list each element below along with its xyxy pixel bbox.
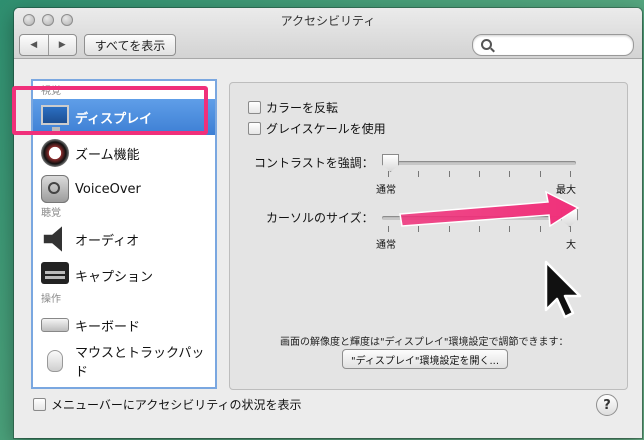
- mouse-icon: [47, 350, 63, 372]
- checkbox-box[interactable]: [33, 398, 46, 411]
- sidebar-item-keyboard[interactable]: キーボード: [33, 307, 215, 343]
- sidebar-item-label: オーディオ: [75, 233, 140, 249]
- caption-icon: [41, 262, 69, 284]
- section-hearing: 聴覚: [41, 208, 61, 219]
- history-nav: ◀ ▶: [19, 34, 77, 56]
- contrast-slider-track[interactable]: [382, 161, 576, 165]
- back-button[interactable]: ◀: [20, 35, 48, 55]
- contrast-slider-knob[interactable]: [382, 154, 399, 172]
- search-input[interactable]: [499, 37, 629, 53]
- menubar-status-checkbox[interactable]: メニューバーにアクセシビリティの状況を表示: [33, 396, 302, 413]
- cursor-size-label: カーソルのサイズ：: [266, 211, 374, 225]
- slider-tick: [479, 226, 480, 232]
- slider-tick: [509, 226, 511, 232]
- zoom-icon: [41, 139, 69, 167]
- sidebar-item-label: キーボード: [75, 319, 141, 335]
- titlebar: アクセシビリティ ◀ ▶ すべてを表示: [14, 8, 642, 59]
- sidebar-item-label: マウスとトラックパッド: [75, 346, 205, 380]
- invert-colors-label: カラーを反転: [266, 101, 339, 115]
- slider-tick: [570, 226, 571, 232]
- sidebar-item-mouse-trackpad[interactable]: マウスとトラックパッド: [33, 343, 215, 380]
- slider-tick: [388, 226, 389, 232]
- open-display-prefs-button[interactable]: "ディスプレイ"環境設定を開く...: [342, 349, 508, 369]
- voiceover-icon: [41, 175, 69, 203]
- section-interaction: 操作: [41, 294, 61, 305]
- help-button[interactable]: ?: [596, 394, 618, 416]
- cursor-max-label: 大: [566, 240, 576, 251]
- sidebar-item-audio[interactable]: オーディオ: [33, 221, 215, 257]
- cursor-size-slider-track[interactable]: [382, 216, 576, 220]
- slider-tick: [448, 171, 450, 177]
- slider-tick: [570, 171, 571, 177]
- slider-tick: [479, 171, 480, 177]
- sidebar-item-zoom[interactable]: ズーム機能: [33, 135, 215, 171]
- sidebar-item-label: VoiceOver: [75, 181, 141, 197]
- sidebar-item-voiceover[interactable]: VoiceOver: [33, 171, 215, 207]
- search-field[interactable]: [472, 34, 634, 56]
- slider-tick: [418, 171, 420, 177]
- slider-tick: [388, 171, 389, 177]
- sidebar-item-label: キャプション: [75, 269, 154, 285]
- speaker-icon: [43, 226, 62, 252]
- search-icon: [481, 39, 492, 50]
- slider-tick: [539, 226, 541, 232]
- contrast-label: コントラストを強調：: [254, 156, 374, 170]
- checkbox-box[interactable]: [248, 122, 261, 135]
- slider-tick: [448, 226, 450, 232]
- cursor-size-slider-knob[interactable]: [561, 209, 578, 227]
- sidebar-item-label: ズーム機能: [75, 147, 140, 163]
- window-title: アクセシビリティ: [280, 14, 376, 28]
- grayscale-checkbox[interactable]: グレイスケールを使用: [248, 120, 386, 137]
- forward-button[interactable]: ▶: [47, 35, 77, 55]
- contrast-max-label: 最大: [556, 185, 576, 196]
- keyboard-icon: [41, 318, 69, 332]
- grayscale-label: グレイスケールを使用: [266, 122, 386, 136]
- invert-colors-checkbox[interactable]: カラーを反転: [248, 99, 338, 116]
- slider-tick: [509, 171, 511, 177]
- slider-tick: [418, 226, 420, 232]
- checkbox-box[interactable]: [248, 101, 261, 114]
- show-all-button[interactable]: すべてを表示: [84, 34, 176, 56]
- menubar-status-label: メニューバーにアクセシビリティの状況を表示: [51, 398, 302, 412]
- display-settings-panel: カラーを反転 グレイスケールを使用 コントラストを強調： 通常 最大 カーソルの…: [229, 82, 628, 390]
- slider-tick: [539, 171, 541, 177]
- cursor-min-label: 通常: [376, 240, 396, 251]
- contrast-min-label: 通常: [376, 185, 396, 196]
- sidebar-item-captions[interactable]: キャプション: [33, 257, 215, 293]
- display-prefs-note: 画面の解像度と輝度は"ディスプレイ"環境設定で調節できます：: [280, 337, 569, 348]
- annotation-highlight-box: [12, 86, 208, 135]
